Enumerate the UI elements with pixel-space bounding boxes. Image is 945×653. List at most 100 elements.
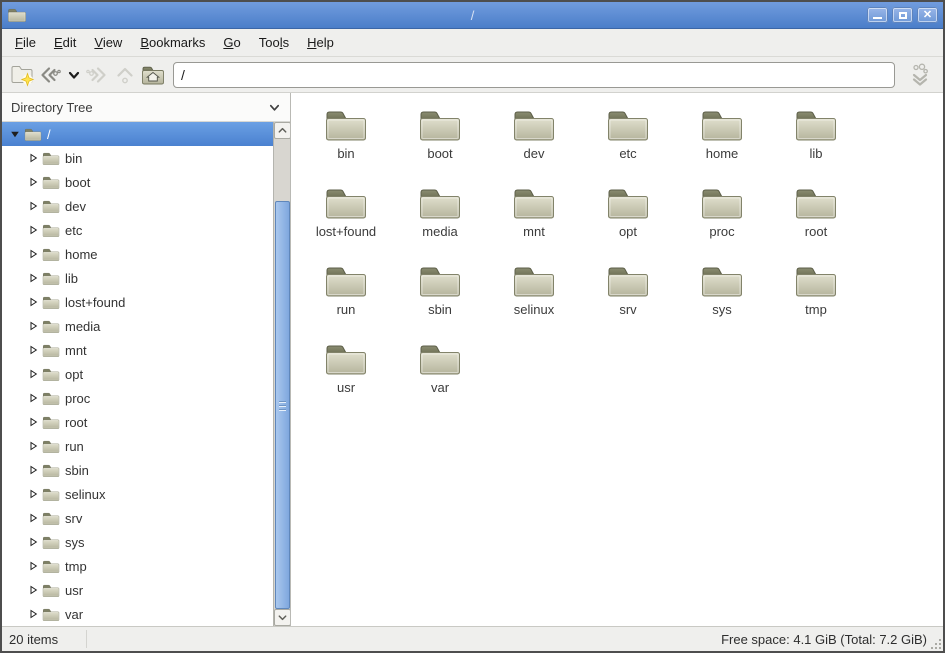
- folder-item-proc[interactable]: proc: [675, 179, 769, 257]
- expander-icon[interactable]: [26, 249, 40, 259]
- expander-icon[interactable]: [26, 441, 40, 451]
- expander-icon[interactable]: [8, 129, 22, 139]
- tree-item-etc[interactable]: etc: [2, 218, 273, 242]
- expander-icon[interactable]: [26, 345, 40, 355]
- item-count: 20 items: [2, 632, 58, 647]
- folder-item-label: dev: [524, 146, 545, 161]
- close-button[interactable]: ✕: [917, 7, 938, 23]
- tree-scrollbar[interactable]: [273, 122, 290, 626]
- folder-item-srv[interactable]: srv: [581, 257, 675, 335]
- expander-icon[interactable]: [26, 513, 40, 523]
- folder-item-home[interactable]: home: [675, 101, 769, 179]
- folder-item-sbin[interactable]: sbin: [393, 257, 487, 335]
- expander-icon[interactable]: [26, 417, 40, 427]
- expander-icon[interactable]: [26, 177, 40, 187]
- path-input[interactable]: [173, 62, 895, 88]
- folder-item-sys[interactable]: sys: [675, 257, 769, 335]
- scrollbar-thumb[interactable]: [275, 201, 290, 609]
- history-dropdown-button[interactable]: [64, 61, 83, 89]
- folder-item-lost+found[interactable]: lost+found: [299, 179, 393, 257]
- home-button[interactable]: [139, 61, 167, 89]
- expander-icon[interactable]: [26, 489, 40, 499]
- tree-item-boot[interactable]: boot: [2, 170, 273, 194]
- scroll-up-button[interactable]: [274, 122, 290, 139]
- tree-item-lost+found[interactable]: lost+found: [2, 290, 273, 314]
- window-folder-icon: [7, 6, 29, 24]
- menu-item-file[interactable]: File: [6, 31, 45, 54]
- menu-item-go[interactable]: Go: [214, 31, 249, 54]
- expander-icon[interactable]: [26, 609, 40, 619]
- back-button[interactable]: [36, 61, 64, 89]
- tree-item-bin[interactable]: bin: [2, 146, 273, 170]
- expander-icon[interactable]: [26, 201, 40, 211]
- menu-item-edit[interactable]: Edit: [45, 31, 85, 54]
- title-bar[interactable]: / ✕: [2, 2, 943, 29]
- tree-item-tmp[interactable]: tmp: [2, 554, 273, 578]
- folder-item-root[interactable]: root: [769, 179, 863, 257]
- home-icon: [140, 62, 166, 88]
- tree-item-srv[interactable]: srv: [2, 506, 273, 530]
- folder-item-opt[interactable]: opt: [581, 179, 675, 257]
- folder-item-dev[interactable]: dev: [487, 101, 581, 179]
- folder-item-media[interactable]: media: [393, 179, 487, 257]
- tree-item-var[interactable]: var: [2, 602, 273, 626]
- jump-to-button[interactable]: [903, 61, 937, 89]
- folder-item-label: mnt: [523, 224, 545, 239]
- menu-item-help[interactable]: Help: [298, 31, 343, 54]
- folder-item-selinux[interactable]: selinux: [487, 257, 581, 335]
- minimize-button[interactable]: [867, 7, 888, 23]
- folder-view[interactable]: bin boot dev etc home lib: [291, 93, 943, 626]
- tree-item-usr[interactable]: usr: [2, 578, 273, 602]
- directory-tree: / bin boot dev: [2, 122, 290, 626]
- folder-icon: [418, 263, 462, 299]
- tree-item-selinux[interactable]: selinux: [2, 482, 273, 506]
- tree-item-mnt[interactable]: mnt: [2, 338, 273, 362]
- expander-icon[interactable]: [26, 321, 40, 331]
- folder-item-tmp[interactable]: tmp: [769, 257, 863, 335]
- menu-item-view[interactable]: View: [85, 31, 131, 54]
- folder-item-label: run: [337, 302, 356, 317]
- menu-item-bookmarks[interactable]: Bookmarks: [131, 31, 214, 54]
- folder-item-etc[interactable]: etc: [581, 101, 675, 179]
- tree-item-proc[interactable]: proc: [2, 386, 273, 410]
- tree-item-sys[interactable]: sys: [2, 530, 273, 554]
- tree-item-dev[interactable]: dev: [2, 194, 273, 218]
- up-button[interactable]: [111, 61, 139, 89]
- tree-item-sbin[interactable]: sbin: [2, 458, 273, 482]
- tree-item-media[interactable]: media: [2, 314, 273, 338]
- forward-button[interactable]: [83, 61, 111, 89]
- tree-item-root[interactable]: root: [2, 410, 273, 434]
- tree-item-root[interactable]: /: [2, 122, 273, 146]
- folder-icon: [42, 559, 60, 574]
- expander-icon[interactable]: [26, 393, 40, 403]
- expander-icon[interactable]: [26, 297, 40, 307]
- folder-item-boot[interactable]: boot: [393, 101, 487, 179]
- tree-item-label: sbin: [65, 463, 89, 478]
- folder-item-usr[interactable]: usr: [299, 335, 393, 413]
- resize-grip[interactable]: [931, 639, 941, 649]
- expander-icon[interactable]: [26, 273, 40, 283]
- folder-item-lib[interactable]: lib: [769, 101, 863, 179]
- tree-item-run[interactable]: run: [2, 434, 273, 458]
- status-bar: 20 items Free space: 4.1 GiB (Total: 7.2…: [2, 626, 943, 651]
- folder-item-bin[interactable]: bin: [299, 101, 393, 179]
- side-pane: Directory Tree / bin: [2, 93, 291, 626]
- menu-item-tools[interactable]: Tools: [250, 31, 298, 54]
- tree-item-home[interactable]: home: [2, 242, 273, 266]
- expander-icon[interactable]: [26, 153, 40, 163]
- folder-item-var[interactable]: var: [393, 335, 487, 413]
- folder-item-run[interactable]: run: [299, 257, 393, 335]
- new-tab-button[interactable]: [8, 61, 36, 89]
- side-pane-mode-selector[interactable]: Directory Tree: [2, 93, 290, 122]
- scroll-down-button[interactable]: [274, 609, 290, 626]
- expander-icon[interactable]: [26, 561, 40, 571]
- expander-icon[interactable]: [26, 369, 40, 379]
- expander-icon[interactable]: [26, 225, 40, 235]
- expander-icon[interactable]: [26, 585, 40, 595]
- expander-icon[interactable]: [26, 465, 40, 475]
- maximize-button[interactable]: [892, 7, 913, 23]
- expander-icon[interactable]: [26, 537, 40, 547]
- tree-item-lib[interactable]: lib: [2, 266, 273, 290]
- tree-item-opt[interactable]: opt: [2, 362, 273, 386]
- folder-item-mnt[interactable]: mnt: [487, 179, 581, 257]
